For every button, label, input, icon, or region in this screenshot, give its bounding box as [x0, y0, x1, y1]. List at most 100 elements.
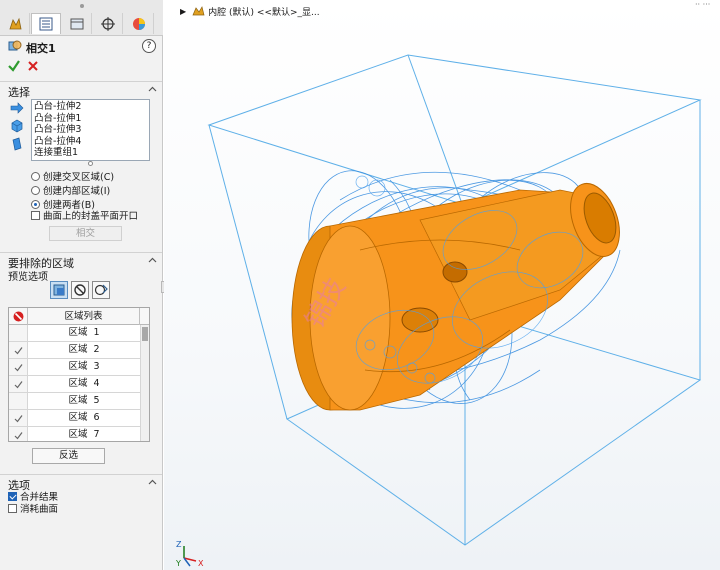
triad-y-label: Y: [175, 559, 181, 568]
table-header: 区域列表: [9, 308, 149, 325]
tab-dimxpert-manager[interactable]: [93, 13, 123, 34]
display-manager-icon: [132, 17, 145, 30]
row-check-cell[interactable]: [9, 325, 28, 341]
chevron-up-icon: [148, 257, 157, 263]
expand-arrow-icon[interactable]: ▶: [180, 7, 186, 16]
property-manager-icon: [39, 17, 53, 31]
intersect-feature-icon: [8, 40, 22, 51]
preview-all-icon: [94, 284, 108, 296]
radio-button[interactable]: [31, 185, 40, 195]
radio-button-selected[interactable]: [31, 199, 40, 209]
exclude-no-icon: [13, 311, 23, 322]
row-check-cell[interactable]: [9, 342, 28, 358]
cancel-x-icon[interactable]: [26, 59, 40, 73]
consume-surfaces-checkbox[interactable]: [8, 503, 17, 513]
exclude-section-header[interactable]: 要排除的区域: [0, 252, 162, 270]
list-item[interactable]: 凸台-拉伸2: [34, 101, 147, 113]
part-icon: [192, 6, 205, 16]
radio-create-intersect[interactable]: 创建交叉区域(C): [31, 170, 114, 183]
region-cell: 区域 5: [68, 395, 100, 406]
region-cell: 区域 2: [68, 344, 100, 355]
more-dots-icon[interactable]: ·· ···: [695, 0, 710, 9]
preview-options-label: 预览选项: [8, 272, 48, 283]
help-button[interactable]: ?: [142, 39, 156, 53]
table-row[interactable]: 区域 6: [9, 410, 140, 427]
list-item[interactable]: 连接重组1: [34, 147, 147, 159]
consume-surfaces-label: 消耗曲面: [20, 504, 59, 515]
exclude-column-header[interactable]: [9, 308, 28, 325]
flip-selection-button[interactable]: 反选: [32, 448, 105, 464]
chevron-up-icon: [148, 86, 157, 92]
cap-planar-checkbox-row[interactable]: 曲面上的封盖平面开口: [31, 209, 139, 222]
table-row[interactable]: 区域 3: [9, 359, 140, 376]
check-icon: [14, 414, 22, 422]
checkbox[interactable]: [31, 210, 40, 220]
table-row[interactable]: 区域 7: [9, 427, 140, 441]
row-check-cell[interactable]: [9, 393, 28, 409]
preview-included-icon: [53, 284, 65, 296]
preview-excluded-button[interactable]: [71, 281, 89, 299]
consume-surfaces-row[interactable]: 消耗曲面: [8, 502, 59, 515]
radio-label: 创建内部区域(I): [43, 186, 111, 197]
selection-section-header[interactable]: 选择: [0, 81, 162, 99]
region-table: 区域列表 区域 1 区域 2 区域 3 区域 4 区域 5 区域 6 区域 7: [8, 307, 150, 442]
tab-feature-manager[interactable]: [0, 13, 30, 34]
list-item[interactable]: 凸台-拉伸4: [34, 136, 147, 148]
region-cell: 区域 1: [68, 327, 100, 338]
radio-button[interactable]: [31, 171, 40, 181]
region-cell: 区域 6: [68, 412, 100, 423]
solid-body-icon: [11, 119, 23, 133]
preview-excluded-icon: [74, 284, 86, 296]
table-scrollbar[interactable]: [140, 325, 149, 441]
ok-check-icon[interactable]: [7, 59, 21, 73]
preview-included-button[interactable]: [50, 281, 68, 299]
feature-manager-icon: [8, 17, 21, 29]
table-row[interactable]: 区域 4: [9, 376, 140, 393]
breadcrumb[interactable]: ▶ 内腔 (默认) <<默认>_显...: [180, 4, 320, 18]
check-icon: [14, 380, 22, 388]
graphics-area[interactable]: 锦技 Z X Y: [164, 0, 720, 570]
dimxpert-icon: [100, 16, 115, 31]
model-view: 锦技 Z X Y: [175, 54, 702, 568]
list-resize-handle[interactable]: [88, 161, 93, 166]
chevron-up-icon: [148, 479, 157, 485]
check-icon: [14, 431, 22, 439]
check-icon: [14, 346, 22, 354]
check-icon: [14, 363, 22, 371]
selection-list[interactable]: 凸台-拉伸2 凸台-拉伸1 凸台-拉伸3 凸台-拉伸4 连接重组1: [31, 99, 150, 161]
table-row[interactable]: 区域 5: [9, 393, 140, 410]
table-row[interactable]: 区域 2: [9, 342, 140, 359]
triad-z-label: Z: [176, 540, 182, 549]
tab-property-manager[interactable]: [31, 13, 61, 34]
merge-result-checkbox[interactable]: [8, 491, 17, 501]
breadcrumb-part-name: 内腔 (默认) <<默认>_显...: [208, 7, 320, 18]
table-row[interactable]: 区域 1: [9, 325, 140, 342]
property-manager-panel: 相交1 ? 选择 凸台-拉伸2 凸台-拉伸1 凸台-拉伸3 凸台-拉伸4 连接重…: [0, 0, 168, 570]
pm-title-row: 相交1 ?: [8, 39, 158, 55]
tab-display-manager[interactable]: [124, 13, 154, 34]
select-arrow-icon: [10, 102, 24, 114]
list-item[interactable]: 凸台-拉伸3: [34, 124, 147, 136]
row-check-cell[interactable]: [9, 427, 28, 441]
manager-tab-bar: [0, 0, 163, 36]
panel-grip[interactable]: [80, 4, 84, 8]
selection-header-label: 选择: [8, 86, 30, 99]
options-section-header[interactable]: 选项: [0, 474, 162, 492]
triad-x-label: X: [198, 559, 204, 568]
page-title: 相交1: [26, 42, 56, 55]
configuration-manager-icon: [70, 18, 83, 29]
region-cell: 区域 3: [68, 361, 100, 372]
checkbox-label: 曲面上的封盖平面开口: [43, 211, 139, 222]
region-list-header: 区域列表: [28, 308, 140, 325]
radio-create-internal[interactable]: 创建内部区域(I): [31, 184, 111, 197]
axis-triad: Z X Y: [175, 540, 204, 568]
scrollbar-thumb[interactable]: [142, 327, 148, 341]
intersect-button[interactable]: 相交: [49, 226, 122, 241]
preview-all-button[interactable]: [92, 281, 110, 299]
list-item[interactable]: 凸台-拉伸1: [34, 113, 147, 125]
row-check-cell[interactable]: [9, 376, 28, 392]
tab-configuration-manager[interactable]: [62, 13, 92, 34]
row-check-cell[interactable]: [9, 359, 28, 375]
plane-icon: [12, 137, 22, 151]
row-check-cell[interactable]: [9, 410, 28, 426]
